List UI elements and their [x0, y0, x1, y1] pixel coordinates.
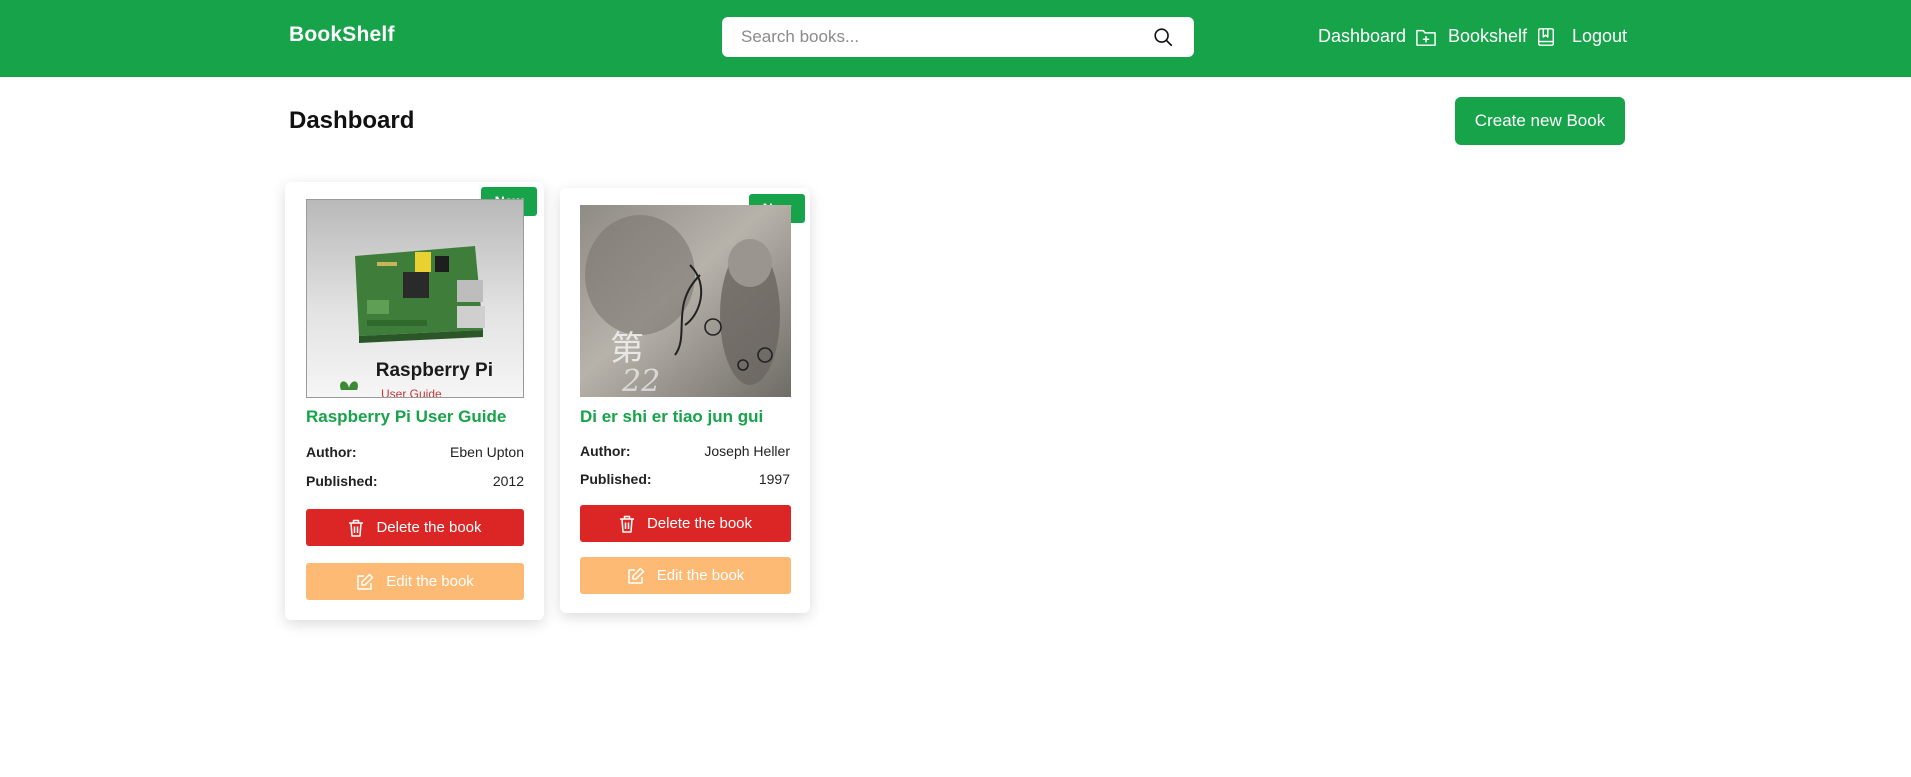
brand-logo[interactable]: BookShelf: [289, 23, 395, 47]
published-value: 2012: [492, 473, 524, 489]
edit-button-label: Edit the book: [656, 567, 745, 584]
published-value: 1997: [758, 471, 790, 487]
raspberry-pi-cover-art: Raspberry Pi User Guide: [307, 200, 523, 398]
nav-logout-link[interactable]: Logout: [1572, 26, 1627, 47]
book-title-link[interactable]: Raspberry Pi User Guide: [306, 407, 506, 427]
trash-icon: [619, 515, 634, 533]
delete-button-label: Delete the book: [376, 519, 482, 536]
nav-bookshelf-link[interactable]: Bookshelf: [1448, 26, 1556, 47]
delete-book-button[interactable]: Delete the book: [580, 505, 791, 542]
svg-text:Raspberry Pi: Raspberry Pi: [376, 360, 493, 381]
search-icon[interactable]: [1152, 26, 1174, 48]
nav-dashboard-link[interactable]: Dashboard: [1318, 26, 1437, 47]
edit-button-label: Edit the book: [386, 573, 474, 590]
edit-book-button[interactable]: Edit the book: [306, 563, 524, 600]
book-cover-image[interactable]: 第 22: [580, 205, 791, 397]
book-card: New Raspberry Pi User Guide: [285, 182, 544, 620]
bookmark-book-icon: [1538, 27, 1555, 46]
create-book-button[interactable]: Create new Book: [1455, 97, 1625, 145]
edit-pencil-icon: [357, 573, 374, 590]
author-value: Eben Upton: [450, 444, 524, 460]
page-title: Dashboard: [289, 107, 415, 134]
edit-pencil-icon: [627, 567, 644, 584]
svg-text:22: 22: [621, 364, 660, 397]
nav-bookshelf-label: Bookshelf: [1448, 26, 1528, 46]
catch-22-cover-art: 第 22: [580, 205, 791, 397]
top-navbar: BookShelf Dashboard Bookshelf Logout: [0, 0, 1911, 77]
published-label: Published:: [306, 473, 378, 489]
book-card: New 第 22 Di er shi er tiao jun gui Autho…: [560, 188, 810, 613]
svg-text:第: 第: [610, 329, 644, 369]
search-box: [722, 17, 1194, 57]
delete-button-label: Delete the book: [646, 515, 753, 532]
book-cover-image[interactable]: Raspberry Pi User Guide: [306, 199, 524, 398]
book-title-link[interactable]: Di er shi er tiao jun gui: [580, 407, 763, 427]
nav-dashboard-label: Dashboard: [1318, 26, 1407, 46]
author-label: Author:: [580, 443, 631, 459]
edit-book-button[interactable]: Edit the book: [580, 557, 791, 594]
trash-icon: [349, 519, 364, 537]
search-input[interactable]: [722, 17, 1142, 57]
svg-text:User Guide: User Guide: [381, 387, 442, 398]
nav-logout-label: Logout: [1572, 26, 1628, 46]
author-label: Author:: [306, 444, 357, 460]
author-value: Joseph Heller: [704, 443, 790, 459]
folder-plus-icon: [1416, 29, 1436, 46]
delete-book-button[interactable]: Delete the book: [306, 509, 524, 546]
published-label: Published:: [580, 471, 652, 487]
